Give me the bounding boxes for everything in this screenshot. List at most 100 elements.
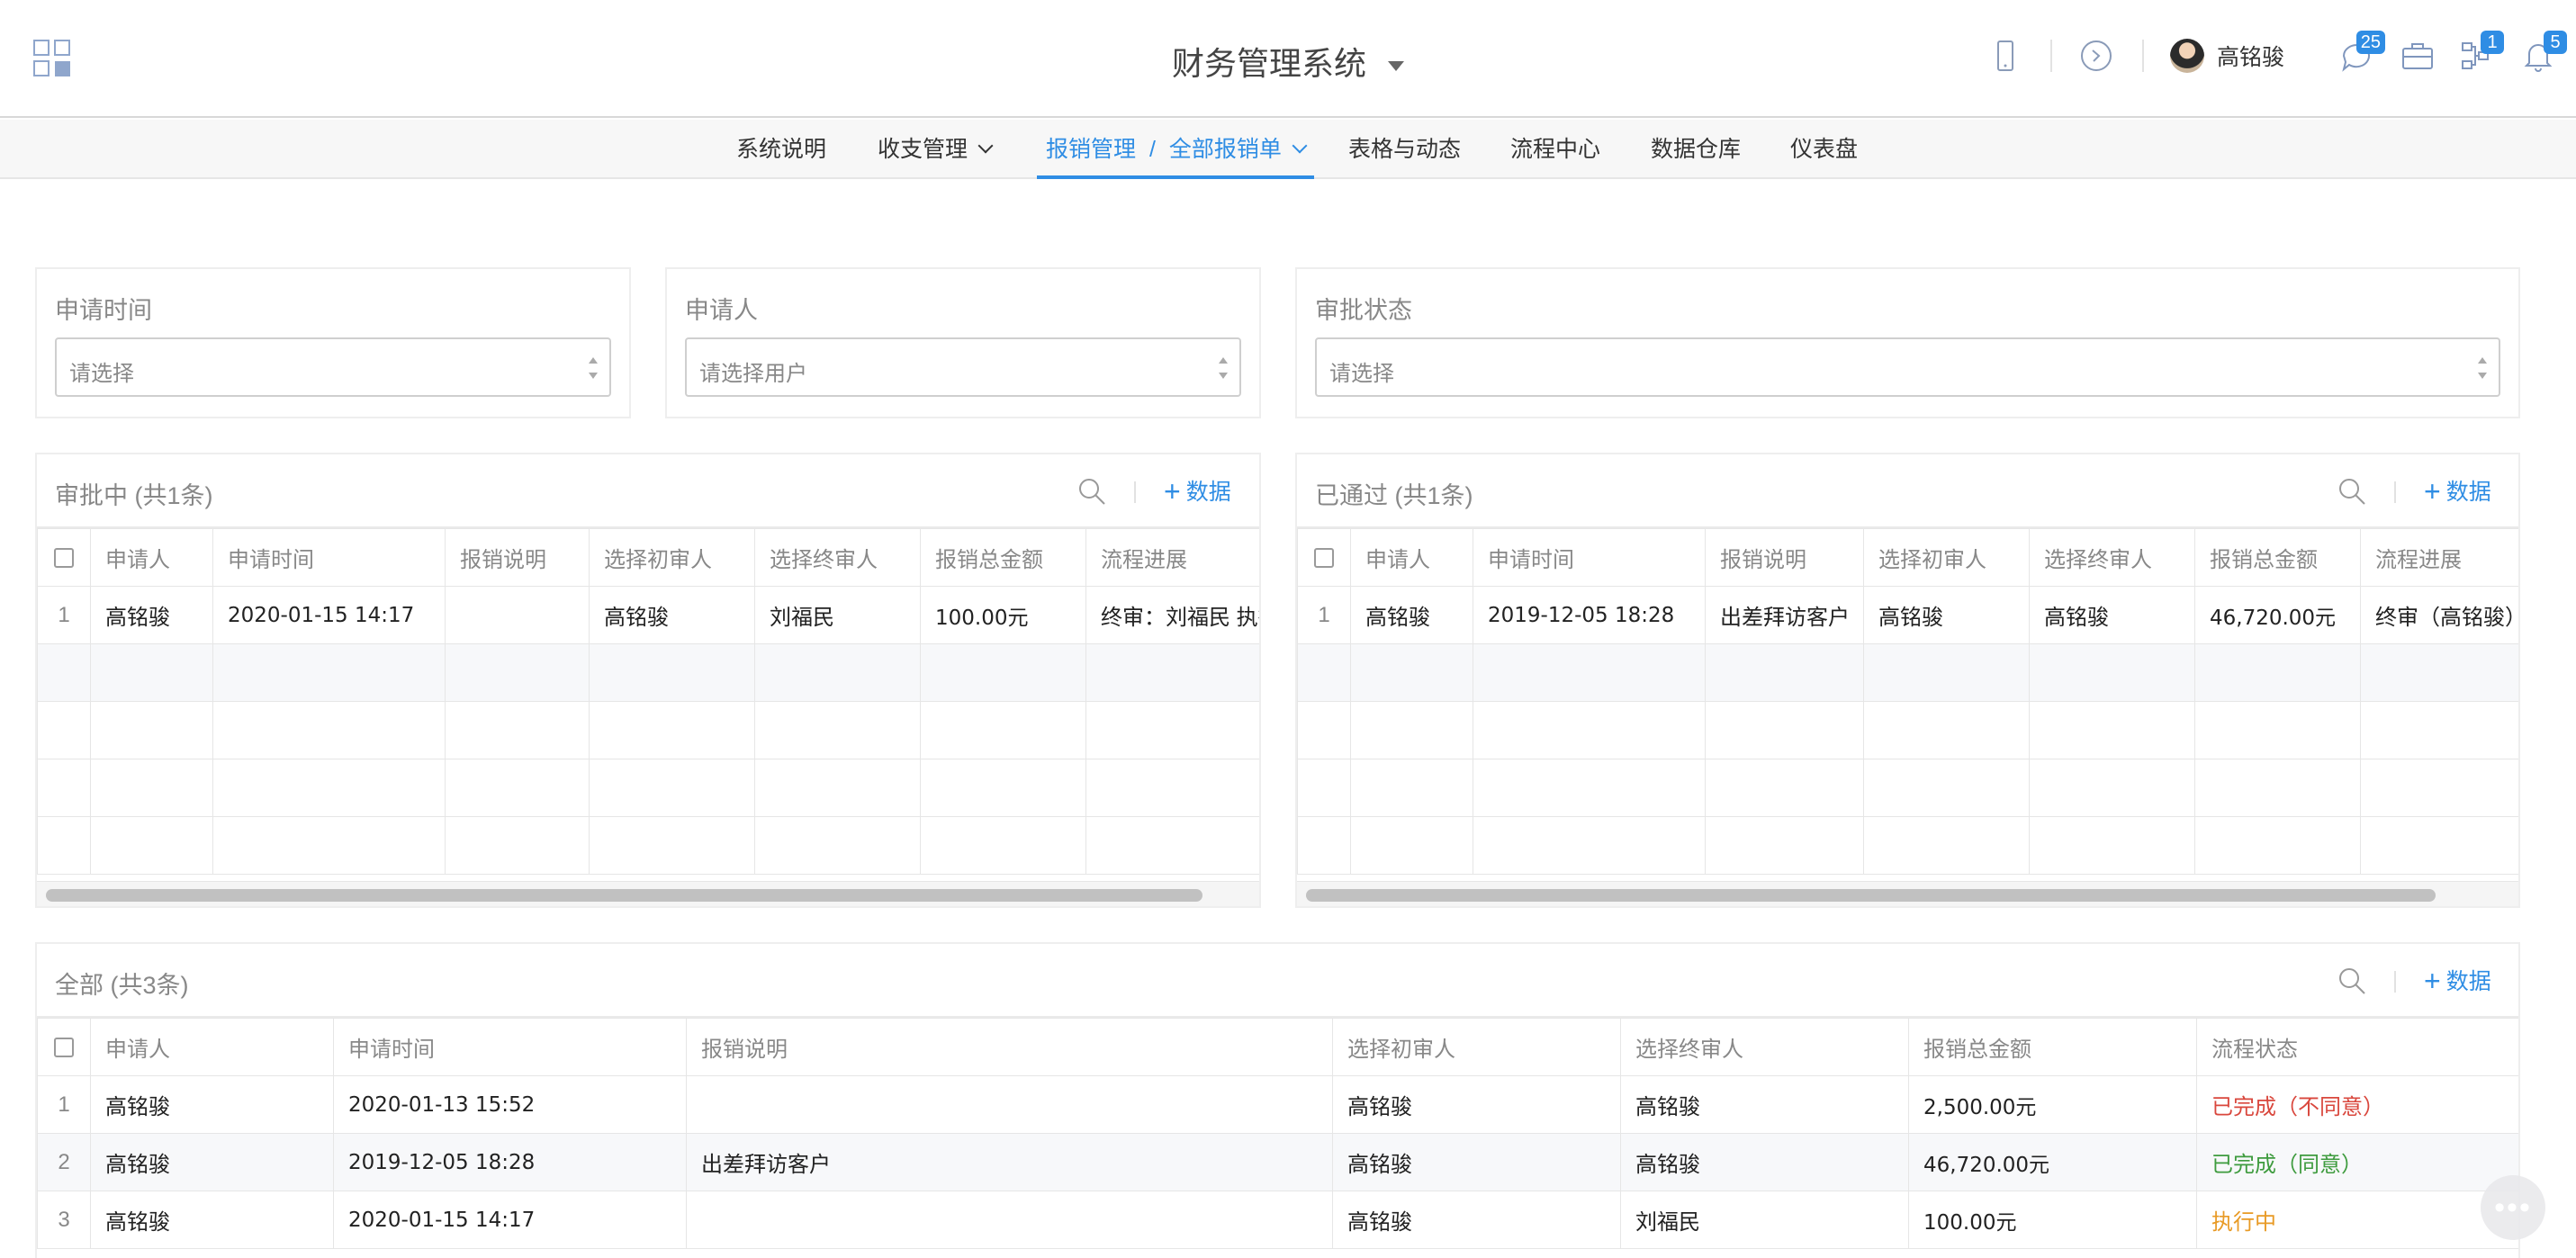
plus-icon: + [2424, 475, 2441, 508]
table-header-row: 申请人 申请时间 报销说明 选择初审人 选择终审人 报销总金额 流程状态 [37, 1018, 2518, 1076]
sort-arrows-icon [1218, 355, 1229, 381]
empty-row [1297, 759, 2518, 817]
table-row[interactable]: 2 高铭骏 2019-12-05 18:28 出差拜访客户 高铭骏 高铭骏 46… [37, 1133, 2518, 1191]
empty-row [37, 643, 1259, 702]
nav-item-system-intro[interactable]: 系统说明 [736, 120, 826, 179]
empty-row [37, 701, 1259, 759]
table-row[interactable]: 1 高铭骏 2020-01-15 14:17 高铭骏 刘福民 100.00元 终… [37, 586, 1259, 644]
table-row[interactable]: 3 高铭骏 2020-01-15 14:17 高铭骏 刘福民 100.00元 执… [37, 1191, 2518, 1249]
cell-amount: 100.00元 [1908, 1191, 2197, 1249]
column-header[interactable]: 流程进展 [1085, 528, 1259, 587]
add-data-button[interactable]: + 数据 [2424, 474, 2491, 508]
toolbar-divider [2142, 40, 2144, 72]
search-icon[interactable] [1076, 476, 1107, 507]
panel-title: 已通过 (共1条) [1315, 482, 1473, 509]
chevron-down-icon [977, 138, 994, 154]
floating-more-button[interactable]: ••• [2481, 1175, 2545, 1240]
header-divider [1134, 481, 1136, 503]
add-data-label: 数据 [1185, 480, 1231, 505]
table-row[interactable]: 1 高铭骏 2019-12-05 18:28 出差拜访客户 高铭骏 高铭骏 46… [1297, 586, 2518, 644]
cell-amount: 46,720.00元 [1908, 1133, 2197, 1191]
table-row[interactable]: 1 高铭骏 2020-01-13 15:52 高铭骏 高铭骏 2,500.00元… [37, 1075, 2518, 1134]
column-header[interactable]: 申请时间 [212, 528, 446, 587]
nav-item-reimbursement[interactable]: 报销管理 / 全部报销单 [1037, 120, 1314, 179]
column-header[interactable]: 申请人 [1350, 528, 1473, 587]
column-header[interactable]: 选择终审人 [1620, 1018, 1909, 1076]
scrollbar-thumb[interactable] [1306, 889, 2436, 902]
clock-link-icon[interactable] [2078, 38, 2114, 74]
row-index: 3 [37, 1191, 91, 1249]
cell-first-reviewer: 高铭骏 [589, 586, 755, 644]
user-name: 高铭骏 [2217, 45, 2285, 70]
notifications-button[interactable]: 5 [2520, 31, 2567, 74]
cell-description [686, 1191, 1333, 1249]
select-all-cell [37, 1018, 91, 1076]
apply-time-select[interactable]: 请选择 [55, 337, 611, 397]
scrollbar-thumb[interactable] [46, 889, 1202, 902]
all-table: 申请人 申请时间 报销说明 选择初审人 选择终审人 报销总金额 流程状态 1 高… [37, 1018, 2518, 1249]
cell-description [445, 586, 590, 644]
column-header[interactable]: 流程进展 [2360, 528, 2518, 587]
search-icon[interactable] [2337, 966, 2367, 996]
column-header[interactable]: 报销说明 [686, 1018, 1333, 1076]
cell-progress: 终审（高铭骏） [2360, 586, 2518, 644]
add-data-button[interactable]: + 数据 [1164, 474, 1231, 508]
filter-label: 申请时间 [55, 297, 152, 324]
nav-item-dashboard[interactable]: 仪表盘 [1790, 120, 1858, 179]
column-header[interactable]: 报销说明 [1705, 528, 1864, 587]
flow-badge: 1 [2481, 31, 2504, 54]
column-header[interactable]: 申请时间 [333, 1018, 687, 1076]
column-header[interactable]: 报销总金额 [1908, 1018, 2197, 1076]
breadcrumb-separator: / [1148, 137, 1156, 162]
column-header[interactable]: 申请时间 [1473, 528, 1706, 587]
column-header[interactable]: 申请人 [90, 528, 213, 587]
column-header[interactable]: 报销说明 [445, 528, 590, 587]
column-header[interactable]: 报销总金额 [920, 528, 1086, 587]
select-all-checkbox[interactable] [54, 1038, 74, 1058]
nav-item-data-warehouse[interactable]: 数据仓库 [1651, 120, 1741, 179]
chat-button[interactable]: 25 [2338, 31, 2385, 74]
column-header[interactable]: 流程状态 [2196, 1018, 2518, 1076]
cell-status: 已完成（不同意） [2196, 1075, 2518, 1134]
add-data-button[interactable]: + 数据 [2424, 964, 2491, 998]
cell-final-reviewer: 高铭骏 [1620, 1075, 1909, 1134]
app-title: 财务管理系统 [1171, 45, 1366, 82]
flow-button[interactable]: 1 [2457, 31, 2504, 74]
add-data-label: 数据 [2445, 480, 2491, 505]
cell-final-reviewer: 高铭骏 [2029, 586, 2195, 644]
horizontal-scrollbar[interactable] [37, 881, 1259, 906]
approval-status-select[interactable]: 请选择 [1315, 337, 2500, 397]
empty-row [37, 816, 1259, 875]
panel-title: 全部 (共3条) [55, 972, 189, 999]
add-data-label: 数据 [2445, 969, 2491, 994]
column-header[interactable]: 选择终审人 [754, 528, 921, 587]
cell-progress: 终审：刘福民 执行中 [1085, 586, 1259, 644]
applicant-select[interactable]: 请选择用户 [685, 337, 1241, 397]
column-header[interactable]: 选择初审人 [1863, 528, 2030, 587]
mobile-icon[interactable] [1987, 38, 2023, 74]
nav-item-process-center[interactable]: 流程中心 [1510, 120, 1600, 179]
column-header[interactable]: 申请人 [90, 1018, 334, 1076]
empty-row [1297, 643, 2518, 702]
search-icon[interactable] [2337, 476, 2367, 507]
nav-item-income-expense[interactable]: 收支管理 [878, 120, 994, 179]
select-all-checkbox[interactable] [54, 548, 74, 569]
cell-description: 出差拜访客户 [1705, 586, 1864, 644]
panel-header: 已通过 (共1条) + 数据 [1297, 454, 2518, 528]
column-header[interactable]: 选择初审人 [1332, 1018, 1621, 1076]
nav-item-tables-dynamics[interactable]: 表格与动态 [1348, 120, 1461, 179]
column-header[interactable]: 报销总金额 [2194, 528, 2361, 587]
user-menu[interactable]: 高铭骏 [2170, 38, 2284, 74]
briefcase-icon[interactable] [2400, 38, 2436, 74]
row-index: 1 [1297, 586, 1351, 644]
cell-applicant: 高铭骏 [90, 1075, 334, 1134]
cell-amount: 2,500.00元 [1908, 1075, 2197, 1134]
cell-amount: 100.00元 [920, 586, 1086, 644]
column-header[interactable]: 选择终审人 [2029, 528, 2195, 587]
horizontal-scrollbar[interactable] [1297, 881, 2518, 906]
cell-first-reviewer: 高铭骏 [1863, 586, 2030, 644]
plus-icon: + [1164, 475, 1181, 508]
cell-apply-time: 2020-01-15 14:17 [212, 586, 446, 644]
column-header[interactable]: 选择初审人 [589, 528, 755, 587]
select-all-checkbox[interactable] [1314, 548, 1334, 569]
